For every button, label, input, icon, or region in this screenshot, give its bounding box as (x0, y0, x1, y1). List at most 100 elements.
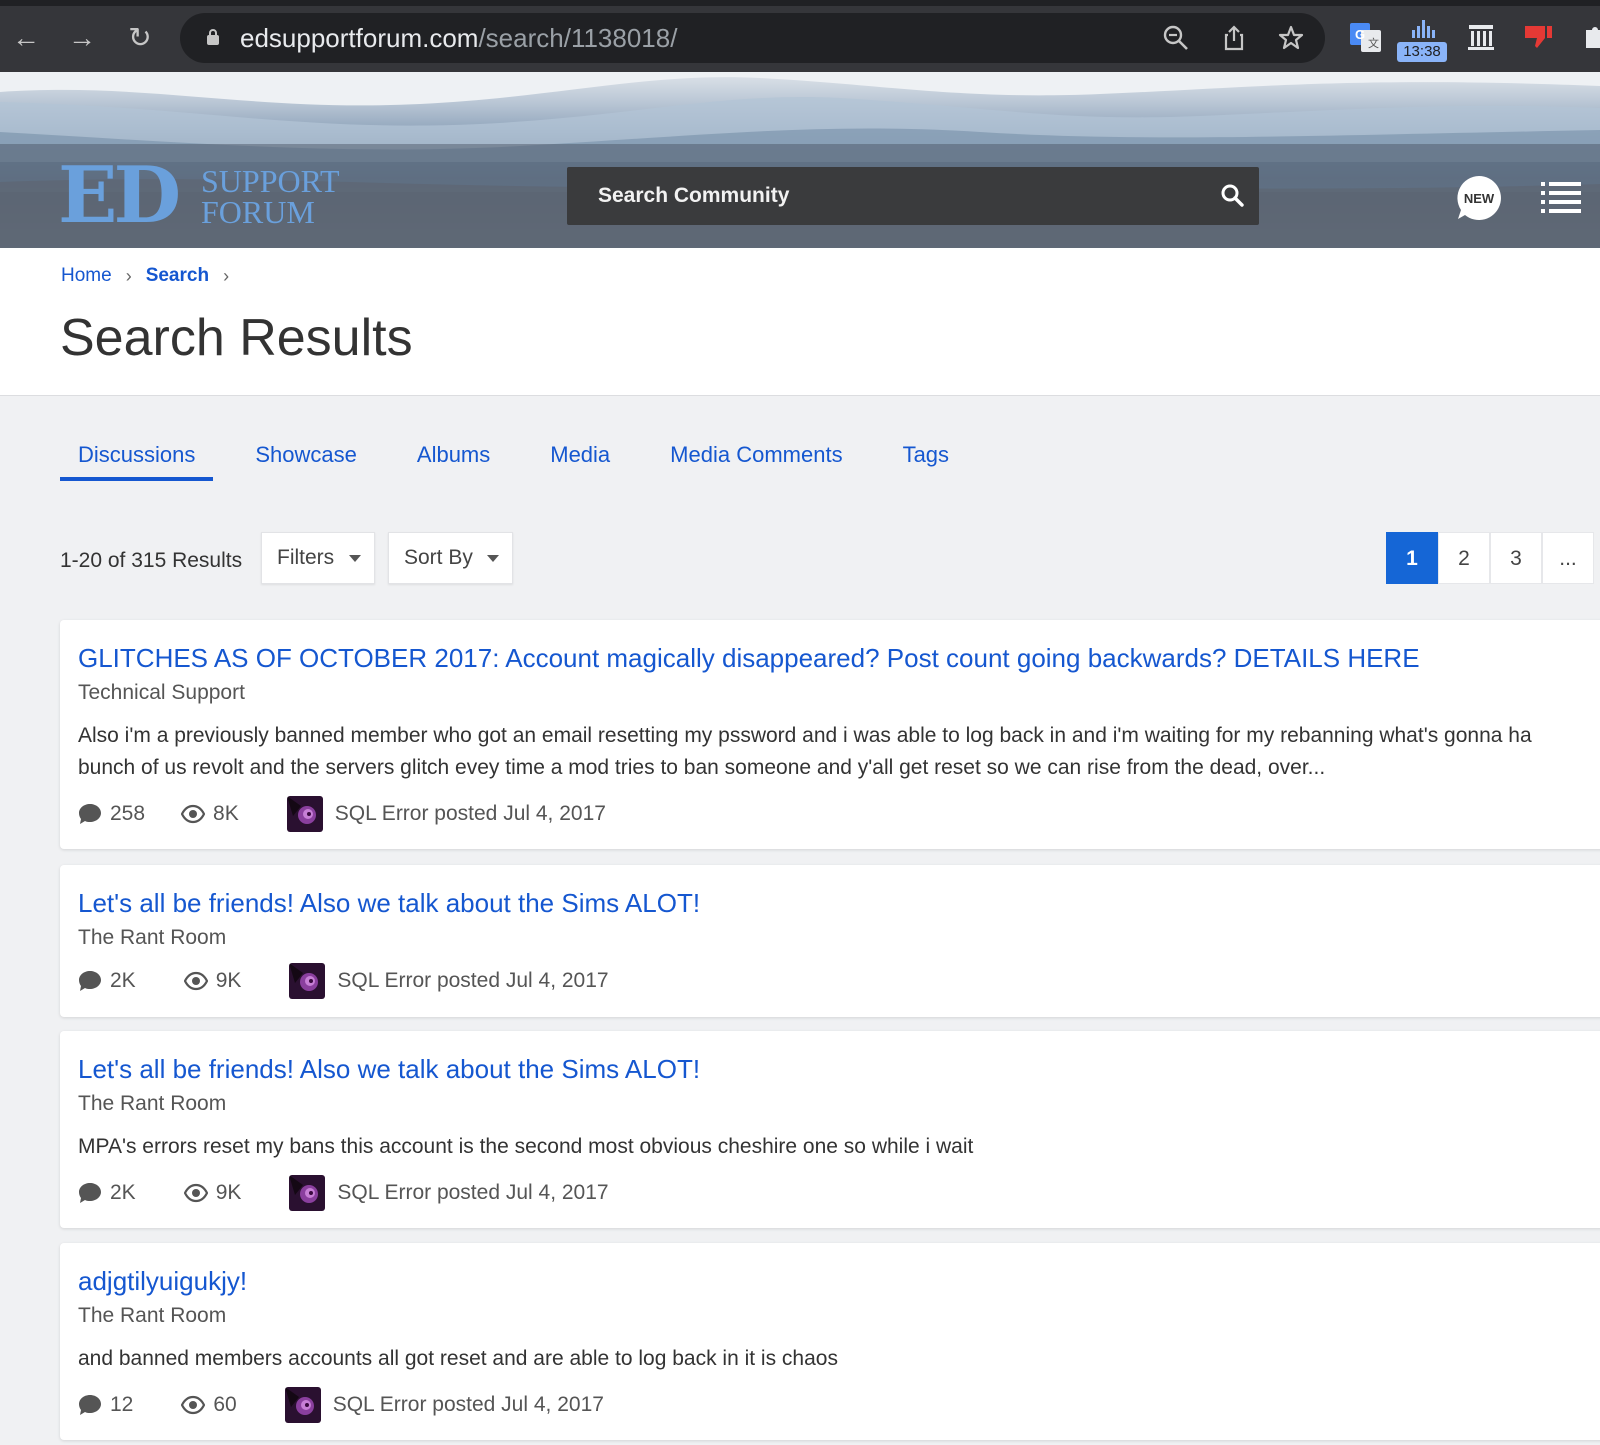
logo-line-2: FORUM (201, 194, 315, 230)
url-text: edsupportforum.com/search/1138018/ (240, 23, 678, 53)
result-snippet-line: bunch of us revolt and the servers glitc… (78, 756, 1326, 779)
search-tabs: Discussions Showcase Albums Media Media … (60, 433, 991, 483)
audio-bars-extension-icon[interactable] (1407, 16, 1441, 40)
breadcrumb-search[interactable]: Search (146, 265, 209, 287)
result-card: adjgtilyuigukjy! The Rant Room and banne… (60, 1243, 1600, 1440)
page-3[interactable]: 3 (1490, 532, 1542, 584)
result-meta: 2K 9K SQL Error posted Jul 4, 2017 (78, 1175, 609, 1211)
archive-extension-icon[interactable] (1464, 20, 1498, 54)
eye-icon (181, 804, 206, 824)
result-forum-link[interactable]: The Rant Room (78, 1303, 226, 1329)
result-byline: SQL Error posted Jul 4, 2017 (334, 802, 606, 825)
comment-icon (79, 971, 101, 991)
zoom-icon[interactable] (1162, 24, 1190, 52)
view-count: 60 (213, 1393, 237, 1416)
search-icon[interactable] (1220, 183, 1244, 207)
tab-tags[interactable]: Tags (885, 433, 967, 481)
view-count: 9K (215, 969, 242, 992)
result-meta: 2K 9K SQL Error posted Jul 4, 2017 (78, 963, 609, 999)
result-title-link[interactable]: Let's all be friends! Also we talk about… (78, 887, 700, 919)
result-card: GLITCHES AS OF OCTOBER 2017: Account mag… (60, 620, 1600, 849)
search-box (567, 167, 1259, 225)
share-icon[interactable] (1220, 24, 1248, 52)
user-avatar[interactable] (289, 963, 326, 999)
result-byline: SQL Error posted Jul 4, 2017 (337, 969, 609, 992)
comment-icon (79, 804, 101, 824)
title-area: Home › Search › Search Results (0, 248, 1600, 396)
dislike-extension-icon[interactable] (1521, 20, 1555, 54)
page-1[interactable]: 1 (1386, 532, 1438, 584)
reload-button[interactable]: ↻ (122, 20, 158, 56)
reply-count: 258 (110, 802, 146, 825)
lock-icon (207, 29, 219, 45)
reply-count: 2K (110, 1181, 136, 1204)
search-input[interactable] (567, 167, 1187, 225)
chevron-right-icon: › (223, 265, 230, 286)
filters-label: Filters (277, 546, 335, 569)
result-byline: SQL Error posted Jul 4, 2017 (337, 1181, 609, 1204)
user-avatar[interactable] (289, 1175, 326, 1211)
tab-albums[interactable]: Albums (399, 433, 508, 481)
logo-line-1: SUPPORT (201, 163, 340, 199)
sort-label: Sort By (404, 546, 473, 569)
puzzle-extension-icon[interactable] (1578, 20, 1600, 54)
result-snippet: MPA's errors reset my bans this account … (78, 1135, 974, 1158)
result-byline: SQL Error posted Jul 4, 2017 (332, 1393, 604, 1416)
chevron-right-icon: › (125, 265, 132, 286)
svg-text:文: 文 (1368, 36, 1379, 50)
result-meta: 258 8K SQL Error posted Jul 4, 2017 (78, 796, 606, 832)
user-avatar[interactable] (284, 1387, 321, 1423)
new-posts-icon[interactable]: NEW (1455, 174, 1503, 222)
user-avatar[interactable] (286, 796, 323, 832)
eye-icon (181, 1395, 206, 1415)
eye-icon (183, 971, 208, 991)
tab-showcase[interactable]: Showcase (237, 433, 375, 481)
svg-text:G: G (1355, 27, 1365, 42)
caret-down-icon (349, 555, 361, 562)
result-count: 1-20 of 315 Results (60, 549, 243, 572)
tab-media-comments[interactable]: Media Comments (652, 433, 860, 481)
bookmark-star-icon[interactable] (1277, 24, 1305, 52)
pagination: 1 2 3 ... (1386, 532, 1594, 584)
tab-discussions[interactable]: Discussions (60, 433, 214, 481)
tab-strip (0, 0, 1600, 6)
logo-wordmark: SUPPORT FORUM (201, 163, 340, 230)
result-forum-link[interactable]: The Rant Room (78, 1091, 226, 1117)
result-title-link[interactable]: GLITCHES AS OF OCTOBER 2017: Account mag… (78, 642, 1420, 674)
site-logo[interactable]: ED SUPPORT FORUM (58, 156, 358, 236)
result-title-link[interactable]: Let's all be friends! Also we talk about… (78, 1053, 700, 1085)
reply-count: 2K (110, 969, 136, 992)
menu-list-icon[interactable] (1541, 180, 1581, 216)
result-title-link[interactable]: adjgtilyuigukjy! (78, 1265, 247, 1297)
page-2[interactable]: 2 (1438, 532, 1490, 584)
view-count: 8K (213, 802, 239, 825)
new-badge-label: NEW (1464, 191, 1495, 206)
view-count: 9K (215, 1181, 242, 1204)
forward-button[interactable]: → (64, 20, 100, 56)
filters-dropdown[interactable]: Filters (261, 532, 375, 584)
clock-badge: 13:38 (1397, 42, 1447, 62)
eye-icon (183, 1183, 208, 1203)
result-forum-link[interactable]: The Rant Room (78, 925, 226, 951)
browser-toolbar: ← → ↻ edsupportforum.com/search/1138018/… (0, 0, 1600, 72)
result-forum-link[interactable]: Technical Support (78, 680, 245, 706)
tab-media[interactable]: Media (532, 433, 628, 481)
sort-dropdown[interactable]: Sort By (388, 532, 513, 584)
reply-count: 12 (110, 1393, 134, 1416)
translate-extension-icon[interactable]: G 文 (1349, 20, 1383, 54)
page-title: Search Results (60, 309, 413, 367)
result-snippet-line: Also i'm a previously banned member who … (78, 724, 1532, 747)
result-card: Let's all be friends! Also we talk about… (60, 865, 1600, 1017)
back-button[interactable]: ← (8, 20, 44, 56)
comment-icon (79, 1395, 101, 1415)
breadcrumb-home[interactable]: Home (61, 265, 112, 287)
result-snippet: and banned members accounts all got rese… (78, 1347, 838, 1370)
address-bar[interactable]: edsupportforum.com/search/1138018/ (180, 13, 1325, 63)
result-card: Let's all be friends! Also we talk about… (60, 1031, 1600, 1228)
page-ellipsis[interactable]: ... (1542, 532, 1594, 584)
breadcrumb: Home › Search › (61, 264, 243, 288)
logo-mark: ED (58, 150, 181, 241)
result-meta: 12 60 SQL Error posted Jul 4, 2017 (78, 1387, 604, 1423)
result-snippet: Also i'm a previously banned member who … (78, 720, 1600, 784)
caret-down-icon (487, 555, 499, 562)
